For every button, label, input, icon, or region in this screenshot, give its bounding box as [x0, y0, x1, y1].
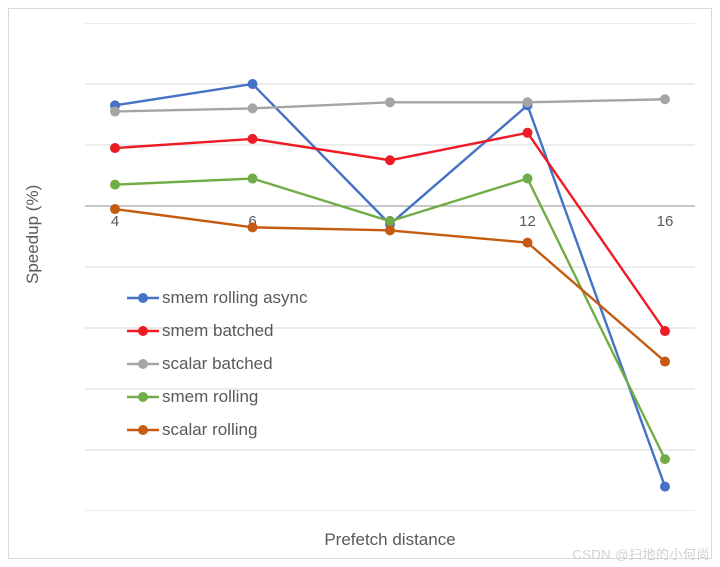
legend-item: scalar batched — [127, 347, 308, 380]
data-point — [248, 222, 258, 232]
data-point — [385, 97, 395, 107]
legend-item: smem rolling async — [127, 281, 308, 314]
data-point — [385, 155, 395, 165]
data-point — [660, 357, 670, 367]
legend-swatch — [127, 288, 159, 308]
data-point — [110, 180, 120, 190]
legend-swatch — [127, 354, 159, 374]
data-point — [660, 326, 670, 336]
data-point — [660, 94, 670, 104]
svg-text:4: 4 — [111, 213, 119, 230]
y-axis-label: Speedup (%) — [23, 184, 43, 283]
legend-label: smem batched — [162, 321, 274, 341]
data-point — [248, 174, 258, 184]
data-point — [660, 482, 670, 492]
legend-swatch — [127, 387, 159, 407]
legend-swatch — [127, 420, 159, 440]
data-point — [523, 128, 533, 138]
data-point — [110, 143, 120, 153]
data-point — [385, 216, 395, 226]
legend-label: scalar batched — [162, 354, 273, 374]
data-point — [110, 106, 120, 116]
legend-item: scalar rolling — [127, 413, 308, 446]
watermark: CSDN @扫地的小何尚 — [572, 544, 710, 563]
data-point — [523, 174, 533, 184]
legend-swatch — [127, 321, 159, 341]
svg-text:16: 16 — [657, 213, 674, 230]
svg-text:12: 12 — [519, 213, 536, 230]
legend-label: smem rolling async — [162, 288, 308, 308]
legend: smem rolling async smem batched scalar bat… — [127, 281, 308, 446]
data-point — [523, 238, 533, 248]
data-point — [248, 79, 258, 89]
legend-label: smem rolling — [162, 387, 258, 407]
legend-label: scalar rolling — [162, 420, 257, 440]
legend-item: smem rolling — [127, 380, 308, 413]
data-point — [110, 204, 120, 214]
data-point — [385, 225, 395, 235]
data-point — [660, 454, 670, 464]
data-point — [523, 97, 533, 107]
data-point — [248, 103, 258, 113]
legend-item: smem batched — [127, 314, 308, 347]
chart-container: Speedup (%) -100-80-60-40-20020406046812… — [8, 8, 712, 559]
data-point — [248, 134, 258, 144]
